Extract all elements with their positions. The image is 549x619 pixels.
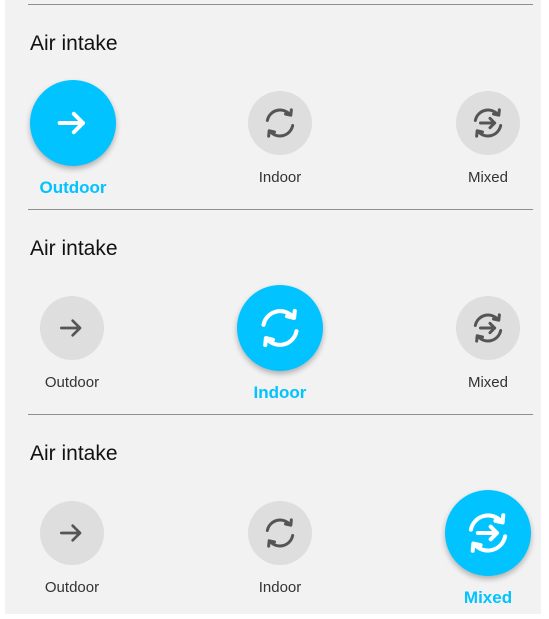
option-label: Outdoor — [39, 178, 107, 197]
option-label: Mixed — [467, 374, 508, 391]
air-intake-section-1: Air intake Outdoor Indoor Mixed — [5, 4, 541, 209]
option-label: Mixed — [463, 588, 513, 607]
option-mixed[interactable]: Mixed — [438, 296, 538, 391]
option-mixed[interactable]: Mixed — [445, 490, 531, 608]
mixed-air-icon[interactable] — [456, 296, 520, 360]
option-label: Outdoor — [44, 579, 100, 596]
option-mixed[interactable]: Mixed — [438, 91, 538, 186]
arrow-right-icon[interactable] — [40, 501, 104, 565]
arrow-right-icon[interactable] — [40, 296, 104, 360]
section-title: Air intake — [30, 32, 118, 55]
option-label: Outdoor — [44, 374, 100, 391]
air-intake-section-3: Air intake Outdoor Indoor Mixed — [5, 414, 541, 619]
air-intake-panel: Air intake Outdoor Indoor Mixed Air inta… — [5, 0, 541, 614]
option-label: Indoor — [258, 579, 302, 596]
option-label: Mixed — [467, 169, 508, 186]
option-label: Indoor — [253, 383, 307, 402]
section-title: Air intake — [30, 237, 118, 260]
option-indoor[interactable]: Indoor — [237, 285, 323, 403]
option-outdoor[interactable]: Outdoor — [22, 501, 122, 596]
mixed-air-icon[interactable] — [456, 91, 520, 155]
option-outdoor[interactable]: Outdoor — [22, 296, 122, 391]
section-title: Air intake — [30, 442, 118, 465]
air-intake-section-2: Air intake Outdoor Indoor Mixed — [5, 209, 541, 414]
recirculate-icon[interactable] — [248, 501, 312, 565]
option-indoor[interactable]: Indoor — [230, 501, 330, 596]
option-label: Indoor — [258, 169, 302, 186]
recirculate-icon[interactable] — [248, 91, 312, 155]
arrow-right-icon[interactable] — [30, 80, 116, 166]
option-outdoor[interactable]: Outdoor — [30, 80, 116, 198]
recirculate-icon[interactable] — [237, 285, 323, 371]
mixed-air-icon[interactable] — [445, 490, 531, 576]
option-indoor[interactable]: Indoor — [230, 91, 330, 186]
